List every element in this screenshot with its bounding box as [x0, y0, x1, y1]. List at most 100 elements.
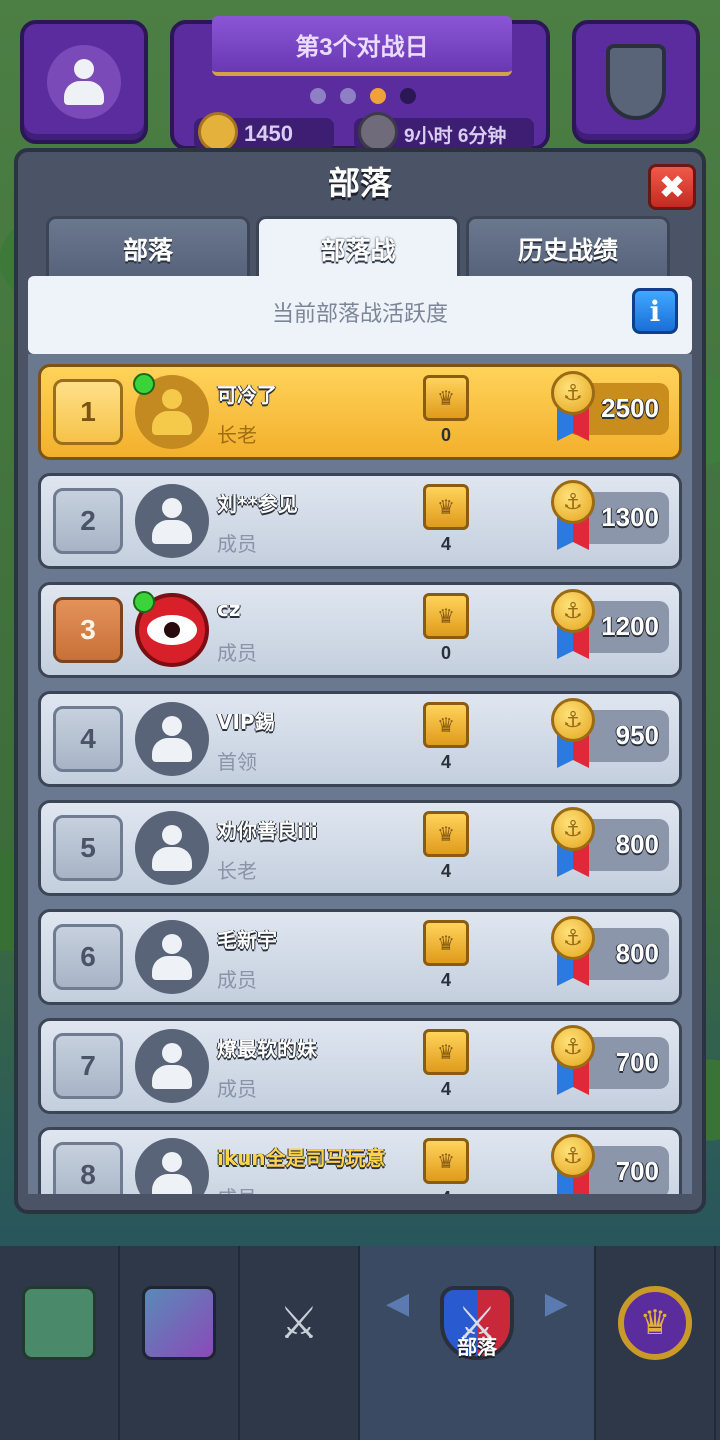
medal-icon: ⚓ — [549, 916, 597, 986]
gold-value: 1450 — [244, 121, 293, 146]
cards-icon — [142, 1286, 216, 1360]
rank-badge: 6 — [53, 924, 123, 990]
anchor-coin-icon — [198, 112, 238, 152]
clan-panel: 部落 ✖ 部落 部落战 历史战绩 当前部落战活跃度 i 1 可冷了 长老 ♛ 0 2500… — [14, 148, 706, 1214]
nav-clan[interactable]: ◀ ⚔ ▶ 部落 — [360, 1246, 596, 1440]
tab-war-history[interactable]: 历史战绩 — [466, 216, 670, 278]
crown-card-icon: ♛ — [423, 702, 469, 748]
war-day-status: 第3个对战日 1450 9小时 6分钟 — [170, 16, 550, 152]
member-row[interactable]: 4 VIP錫 首领 ♛ 4 950 ⚓ — [38, 691, 682, 787]
clan-badge-icon — [606, 44, 666, 120]
member-name: 可冷了 — [217, 383, 277, 407]
member-role: 成员 — [217, 641, 257, 665]
member-name: 刘**参见 — [217, 492, 298, 516]
member-avatar-icon — [135, 920, 209, 994]
medal-icon: ⚓ — [549, 589, 597, 659]
shop-chest-icon — [22, 1286, 96, 1360]
member-role: 长老 — [217, 423, 257, 447]
bottom-nav: ⚔ ◀ ⚔ ▶ 部落 ♛ — [0, 1246, 720, 1440]
member-role: 成员 — [217, 1182, 257, 1194]
member-avatar-icon — [135, 1029, 209, 1103]
member-role: 首领 — [217, 750, 257, 774]
member-name: 毛新宇 — [217, 928, 277, 952]
member-avatar-icon — [135, 484, 209, 558]
member-row[interactable]: 8ikun全是司马玩意成员♛4700⚓ — [38, 1127, 682, 1194]
member-role: 成员 — [217, 968, 257, 992]
member-name: ikun全是司马玩意 — [217, 1146, 386, 1170]
member-row[interactable]: 6 毛新宇 成员 ♛ 4 800 ⚓ — [38, 909, 682, 1005]
member-avatar-icon — [135, 1138, 209, 1194]
rank-badge: 3 — [53, 597, 123, 663]
member-name: 劝你善良iii — [217, 819, 318, 843]
gold-counter: 1450 — [194, 112, 334, 152]
nav-shop[interactable] — [0, 1246, 120, 1440]
war-activity-label: 当前部落战活跃度 — [271, 302, 448, 327]
member-list[interactable]: 1 可冷了 长老 ♛ 0 2500 ⚓ 2 刘**参见 成员 ♛ 4 1300 ⚓ 3 cz 成员 ♛ 0 1200 ⚓… — [28, 354, 692, 1194]
panel-title: 部落 — [327, 164, 392, 202]
online-indicator — [133, 373, 155, 395]
member-avatar-icon — [135, 702, 209, 776]
nav-left-arrow[interactable]: ◀ — [386, 1286, 409, 1321]
day-dot-current — [370, 88, 386, 104]
member-role: 成员 — [217, 532, 257, 556]
medal-icon: ⚓ — [549, 698, 597, 768]
crown-count: 0 — [440, 425, 451, 445]
time-value: 9小时 6分钟 — [404, 125, 507, 147]
crown-count: 4 — [440, 861, 451, 881]
rank-badge: 7 — [53, 1033, 123, 1099]
online-indicator — [133, 591, 155, 613]
rank-badge: 8 — [53, 1142, 123, 1194]
member-name: cz — [217, 597, 241, 621]
crown-count: 4 — [440, 752, 451, 772]
member-avatar-icon — [135, 811, 209, 885]
panel-tabs: 部落 部落战 历史战绩 — [46, 216, 670, 278]
day-dot — [310, 88, 326, 104]
rank-badge: 5 — [53, 815, 123, 881]
medal-icon: ⚓ — [549, 807, 597, 877]
tab-clan[interactable]: 部落 — [46, 216, 250, 278]
war-day-progress — [310, 88, 416, 104]
medal-icon: ⚓ — [549, 1134, 597, 1194]
nav-clan-label: 部落 — [457, 1335, 497, 1359]
info-button[interactable]: i — [632, 288, 678, 334]
member-row[interactable]: 2 刘**参见 成员 ♛ 4 1300 ⚓ — [38, 473, 682, 569]
member-name: VIP錫 — [217, 710, 275, 734]
war-activity-header: 当前部落战活跃度 i — [28, 276, 692, 354]
battle-swords-icon: ⚔ — [279, 1297, 319, 1349]
crown-card-icon: ♛ — [423, 593, 469, 639]
medal-icon: ⚓ — [549, 371, 597, 441]
member-row[interactable]: 5 劝你善良iii 长老 ♛ 4 800 ⚓ — [38, 800, 682, 896]
nav-battle[interactable]: ⚔ — [240, 1246, 360, 1440]
day-dot — [340, 88, 356, 104]
crown-count: 4 — [423, 1188, 469, 1194]
war-day-title: 第3个对战日 — [212, 16, 512, 76]
day-dot — [400, 88, 416, 104]
medal-icon: ⚓ — [549, 1025, 597, 1095]
member-row[interactable]: 1 可冷了 长老 ♛ 0 2500 ⚓ — [38, 364, 682, 460]
clock-icon — [358, 112, 398, 152]
tab-clan-war[interactable]: 部落战 — [256, 216, 460, 278]
profile-button[interactable] — [20, 20, 148, 144]
nav-cards[interactable] — [120, 1246, 240, 1440]
crown-count: 0 — [440, 643, 451, 663]
nav-right-arrow[interactable]: ▶ — [545, 1286, 568, 1321]
clan-badge-button[interactable] — [572, 20, 700, 144]
rank-badge: 4 — [53, 706, 123, 772]
profile-avatar-icon — [47, 45, 121, 119]
rank-badge: 2 — [53, 488, 123, 554]
crown-card-icon: ♛ — [423, 811, 469, 857]
crown-count: 4 — [440, 534, 451, 554]
medal-icon: ⚓ — [549, 480, 597, 550]
crown-card-icon: ♛ — [423, 920, 469, 966]
crown-count: 4 — [440, 970, 451, 990]
crown-card-icon: ♛ — [423, 484, 469, 530]
crown-count: 4 — [440, 1079, 451, 1099]
crown-card-icon: ♛ — [423, 1029, 469, 1075]
member-row[interactable]: 3 cz 成员 ♛ 0 1200 ⚓ — [38, 582, 682, 678]
member-role: 成员 — [217, 1077, 257, 1101]
rank-badge: 1 — [53, 379, 123, 445]
close-button[interactable]: ✖ — [648, 164, 696, 210]
crown-card-icon: ♛ — [423, 1138, 469, 1184]
nav-tournament[interactable]: ♛ — [596, 1246, 716, 1440]
member-row[interactable]: 7 燎最软的妹 成员 ♛ 4 700 ⚓ — [38, 1018, 682, 1114]
